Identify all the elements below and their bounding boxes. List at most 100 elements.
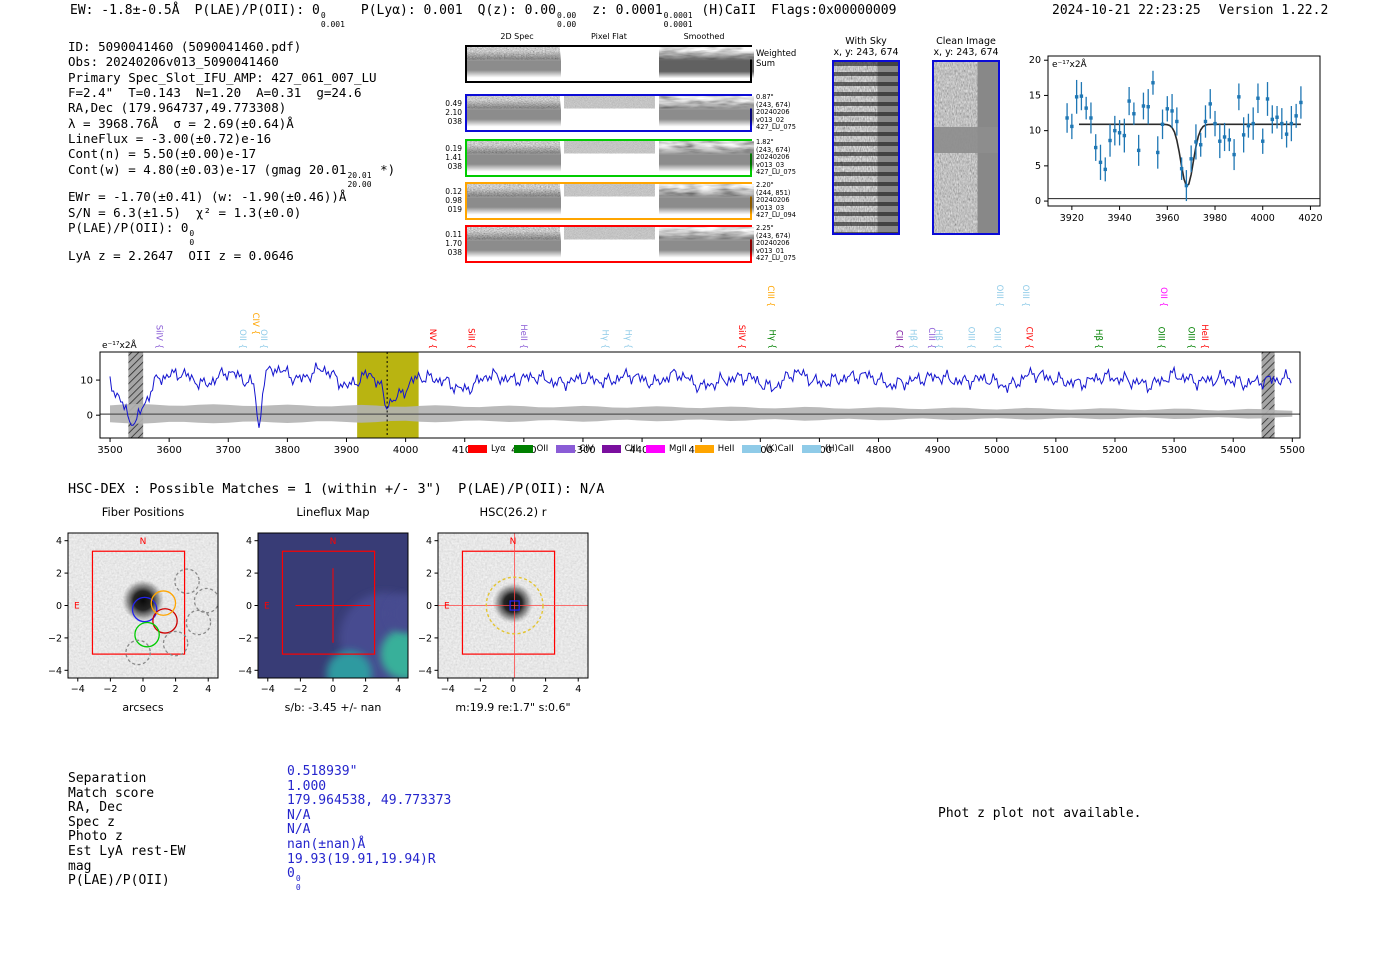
svg-text:−4: −4 [261, 684, 275, 695]
svg-text:4: 4 [395, 684, 401, 695]
svg-text:2: 2 [543, 684, 549, 695]
emission-line-label: OIII { [966, 327, 976, 349]
emission-line-label: Hβ { [1093, 329, 1103, 349]
dark-band-overlay [659, 96, 754, 130]
svg-text:4: 4 [205, 684, 211, 695]
svg-text:2: 2 [246, 569, 252, 580]
svg-text:5300: 5300 [1161, 445, 1186, 456]
match-row-value: 0.518939" [287, 764, 358, 779]
svg-text:4000: 4000 [1251, 213, 1275, 224]
svg-text:5100: 5100 [1043, 445, 1068, 456]
spec2d-row-left-label: 0.12 0.98 019 [445, 187, 462, 215]
spec2d-col-title-smoothed: Smoothed [683, 32, 725, 41]
info-line: LineFlux = -3.00(±0.72)e-16 [68, 131, 272, 147]
legend-item: (H)CaII [801, 444, 854, 454]
svg-text:−4: −4 [441, 684, 455, 695]
info-line: λ = 3968.76Å σ = 2.69(±0.64)Å [68, 115, 294, 131]
info-line: Obs: 20240206v013_5090041460 [68, 54, 279, 70]
match-row-value: N/A [287, 822, 311, 838]
svg-text:2: 2 [56, 569, 62, 580]
match-row-label: P(LAE)/P(OII) [68, 873, 170, 889]
spec2d-panel [467, 184, 561, 218]
hsc-image-xlabel: m:19.9 re:1.7" s:0.6" [455, 701, 571, 714]
match-row-value: nan(±nan)Å [287, 836, 366, 852]
legend-item: (K)CaII [742, 444, 794, 454]
svg-text:−4: −4 [418, 666, 432, 677]
spec2d-panel [564, 184, 657, 218]
svg-text:0: 0 [56, 601, 62, 612]
svg-text:3920: 3920 [1060, 213, 1084, 224]
spec2d-panel [564, 227, 657, 261]
legend-item: CIV [556, 444, 594, 454]
svg-text:e⁻¹⁷x2Å: e⁻¹⁷x2Å [102, 339, 138, 351]
spec2d-row [465, 45, 754, 83]
svg-text:−2: −2 [473, 684, 487, 695]
legend-item: HeII [694, 444, 734, 454]
svg-text:5200: 5200 [1102, 445, 1127, 456]
spec2d-row [465, 139, 754, 177]
svg-text:3800: 3800 [275, 445, 300, 456]
legend-item: MgII [646, 444, 687, 454]
svg-text:4: 4 [246, 536, 252, 547]
svg-text:0: 0 [87, 411, 93, 422]
svg-text:4900: 4900 [925, 445, 950, 456]
info-line: P(LAE)/P(OII): 000 [68, 220, 195, 247]
svg-text:3600: 3600 [156, 445, 181, 456]
emission-line-label: CII { [893, 330, 903, 349]
elixer-report-page: EW: -1.8±-0.5Å P(LAE)/P(OII): 0 0 0.001 P(Ly… [0, 0, 1400, 953]
spec2d-row-left-label: 0.11 1.70 038 [445, 230, 462, 258]
emission-line-label: SiIV { [153, 325, 163, 349]
match-row-value: 179.964538, 49.773373 [287, 793, 452, 809]
match-row-value: 000 [287, 866, 301, 892]
match-row-value: 1.000 [287, 778, 327, 794]
header-segment: Flags:0x00000009 [771, 3, 897, 18]
match-table-labels: Separation Match score RA, Dec Spec z Photo … [68, 771, 185, 889]
cleanimage-coords: x, y: 243, 674 [933, 47, 999, 58]
emission-line-label: SiII { [465, 328, 475, 349]
spec2d-row [465, 94, 754, 132]
info-line: Cont(n) = 5.50(±0.00)e-17 [68, 146, 257, 162]
spec2d-panel [467, 141, 561, 175]
match-row-label: Separation [68, 771, 147, 786]
svg-text:20: 20 [1029, 55, 1041, 66]
dark-band-overlay [659, 141, 754, 175]
svg-text:3980: 3980 [1203, 213, 1227, 224]
match-row-label: Photo z [68, 829, 123, 845]
compass-north-label: N [140, 537, 147, 547]
emission-line-label: CIV { [1023, 327, 1033, 349]
spec2d-row [465, 182, 754, 220]
dark-band-overlay [467, 141, 561, 175]
emission-line-label: Hβ { [908, 329, 918, 349]
lineflux-map-xlabel: s/b: -3.45 +/- nan [284, 701, 382, 714]
info-line: Primary Spec_Slot_IFU_AMP: 427_061_007_L… [68, 69, 377, 85]
line-zoom-plot-svg: 3920 3940 3960 3980 4000 4020 0 5 10 15 20 e⁻¹⁷x2Å [1029, 55, 1323, 224]
fiber-positions-title: Fiber Positions [101, 505, 185, 519]
svg-text:3960: 3960 [1155, 213, 1179, 224]
spec2d-panel [659, 141, 754, 175]
legend-label: (H)CaII [824, 444, 854, 454]
legend-swatch [513, 445, 533, 453]
svg-text:4: 4 [426, 536, 432, 547]
match-row-label: mag [68, 858, 92, 874]
withsky-title: With Sky [845, 36, 887, 47]
spec2d-row-annotation: 1.82" (243, 674) 20240206 v013_03 427_LU_075 [756, 138, 796, 176]
match-table-values: 0.518939" 1.000 179.964538, 49.773373 N/A N/… [287, 764, 452, 893]
svg-text:15: 15 [1029, 90, 1041, 101]
match-row-label: Match score [68, 785, 155, 801]
legend-swatch [694, 445, 714, 453]
spec2d-row-annotation: 2.25" (243, 674) 20240206 v013_01 427_LU_075 [756, 224, 796, 262]
emission-line-label: NV { [427, 329, 437, 349]
fiber-positions-panel: Fiber Positions arcsecs N E −4 −4 −2 −2 0 0 2 2 4 4 [40, 505, 250, 725]
legend-swatch [646, 445, 666, 453]
legend-label: MgII [669, 444, 687, 454]
svg-text:−2: −2 [418, 633, 432, 644]
svg-text:4020: 4020 [1298, 213, 1322, 224]
match-row-value: N/A [287, 807, 311, 823]
emission-line-label: OIII { [1155, 327, 1165, 349]
legend-swatch [801, 445, 821, 453]
emission-line-label: OII { [1158, 287, 1168, 307]
spec2d-col-title-pixelflat: Pixel Flat [591, 32, 627, 41]
dark-band-overlay [467, 47, 561, 81]
info-line: S/N = 6.3(±1.5) χ² = 1.3(±0.0) [68, 204, 302, 220]
match-row-label: Spec z [68, 814, 115, 830]
